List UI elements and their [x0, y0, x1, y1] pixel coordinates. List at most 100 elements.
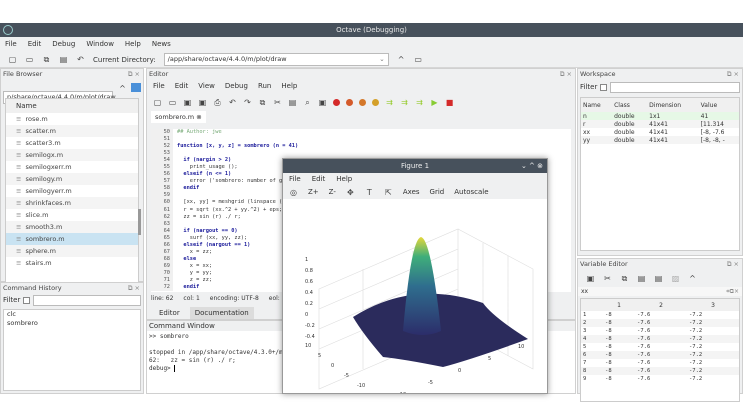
menu-window[interactable]: Window	[86, 37, 114, 52]
workspace-row[interactable]: n double 1x1 41	[581, 112, 739, 120]
cell[interactable]: -7.2	[687, 375, 739, 383]
grid-row[interactable]: 8 -8 -7.6 -7.2	[581, 367, 739, 375]
cell[interactable]: -8	[603, 335, 635, 343]
plot-icon[interactable]: ▨	[671, 274, 680, 283]
cell[interactable]: -8	[603, 311, 635, 319]
close-icon[interactable]: ⧉ ×	[727, 69, 739, 79]
remove-breakpoints-icon[interactable]	[372, 98, 379, 106]
column-header[interactable]: 2	[635, 299, 687, 311]
cell[interactable]: -8	[603, 327, 635, 335]
cell[interactable]: -8	[603, 375, 635, 383]
grid-row[interactable]: 6 -8 -7.6 -7.2	[581, 351, 739, 359]
menu-help[interactable]: Help	[125, 37, 141, 52]
window-controls[interactable]: ⌄ ^ ⊗	[521, 159, 543, 173]
editor-menu-run[interactable]: Run	[258, 79, 271, 93]
file-item[interactable]: ≡ stairs.m	[6, 257, 138, 269]
variable-grid[interactable]: 1 2 3 1 -8 -7.6 -7.2 2 -8 -7.6 -7.2 3 -8 -7.6 -7.2 4 -8-…	[581, 299, 739, 383]
column-header[interactable]: Class	[612, 98, 647, 112]
cell[interactable]: -7.6	[635, 327, 687, 335]
workspace-row[interactable]: xx double 41x41 [-8, -7.6	[581, 128, 739, 136]
grid-button[interactable]: Grid	[430, 185, 445, 199]
copy-icon[interactable]: ⧉	[42, 55, 51, 64]
cell[interactable]: -7.2	[687, 327, 739, 335]
new-file-icon[interactable]: ▢	[153, 98, 162, 107]
save-icon[interactable]: ▣	[586, 274, 595, 283]
paste-icon[interactable]: ▤	[59, 55, 68, 64]
close-icon[interactable]: ⧉ ×	[128, 283, 140, 293]
find-icon[interactable]: ⌕	[303, 98, 312, 107]
editor-menu-debug[interactable]: Debug	[225, 79, 248, 93]
paste-table-icon[interactable]: ▤	[654, 274, 663, 283]
continue-icon[interactable]: ▶	[430, 98, 439, 107]
save-icon[interactable]: ▣	[183, 98, 192, 107]
cell[interactable]: -8	[603, 351, 635, 359]
column-header[interactable]: 1	[603, 299, 635, 311]
column-header[interactable]: Dimension	[647, 98, 698, 112]
file-item[interactable]: ≡ smooth3.m	[6, 221, 138, 233]
tab-controls-icon[interactable]: ⌗⧉×	[726, 287, 739, 296]
file-item[interactable]: ≡ sombrero.m	[6, 233, 138, 245]
save-as-icon[interactable]: ▣	[198, 98, 207, 107]
autoscale-button[interactable]: Autoscale	[454, 185, 488, 199]
figure-menu-file[interactable]: File	[289, 173, 301, 185]
cell[interactable]: -8	[603, 319, 635, 327]
cell[interactable]: -7.2	[687, 367, 739, 375]
close-icon[interactable]: ⧉ ×	[727, 259, 739, 269]
cell[interactable]: -7.6	[635, 367, 687, 375]
close-icon[interactable]: ⧉ ×	[128, 69, 140, 79]
grid-row[interactable]: 4 -8 -7.6 -7.2	[581, 335, 739, 343]
cell[interactable]: -8	[603, 343, 635, 351]
cell[interactable]: -7.2	[687, 343, 739, 351]
file-item[interactable]: ≡ scatter3.m	[6, 137, 138, 149]
close-icon[interactable]: ⧉ ×	[560, 69, 572, 79]
surface-plot[interactable]: 1 0.8 0.6 0.4 0.2 0 -0.2 -0.4 10 5 0 -5 -10 -10 -5 0 5…	[283, 199, 547, 393]
cut-icon[interactable]: ✂	[273, 98, 282, 107]
editor-menu-edit[interactable]: Edit	[175, 79, 189, 93]
column-header[interactable]: Value	[699, 98, 739, 112]
up-dir-icon[interactable]: ^	[118, 84, 127, 93]
filter-checkbox[interactable]	[600, 83, 608, 91]
copy-icon[interactable]: ⧉	[620, 274, 629, 283]
filter-checkbox[interactable]	[23, 296, 31, 304]
name-column-header[interactable]: Name	[6, 99, 138, 113]
filter-input[interactable]	[33, 294, 141, 306]
figure-menu-help[interactable]: Help	[336, 173, 352, 185]
zoom-in-button[interactable]: Z+	[308, 185, 319, 199]
up-icon[interactable]: ^	[688, 274, 697, 283]
menu-news[interactable]: News	[152, 37, 171, 52]
tab-editor[interactable]: Editor	[151, 307, 188, 319]
grid-row[interactable]: 1 -8 -7.6 -7.2	[581, 311, 739, 319]
previous-breakpoint-icon[interactable]	[359, 98, 366, 106]
cell[interactable]: -8	[603, 359, 635, 367]
grid-row[interactable]: 5 -8 -7.6 -7.2	[581, 343, 739, 351]
file-item[interactable]: ≡ semilogxerr.m	[6, 161, 138, 173]
print-icon[interactable]: ⎙	[213, 98, 222, 107]
file-item[interactable]: ≡ slice.m	[6, 209, 138, 221]
open-folder-icon[interactable]: ▭	[25, 55, 34, 64]
parent-dir-icon[interactable]: ^	[397, 55, 406, 64]
workspace-row[interactable]: r double 41x41 [11.314	[581, 120, 739, 128]
cell[interactable]: -7.2	[687, 335, 739, 343]
menu-debug[interactable]: Debug	[52, 37, 75, 52]
step-over-icon[interactable]: ⇉	[385, 98, 394, 107]
cell[interactable]: -7.6	[635, 311, 687, 319]
grid-row[interactable]: 3 -8 -7.6 -7.2	[581, 327, 739, 335]
file-item[interactable]: ≡ semilogx.m	[6, 149, 138, 161]
editor-menu-file[interactable]: File	[153, 79, 165, 93]
menu-edit[interactable]: Edit	[28, 37, 42, 52]
file-item[interactable]: ≡ semilogy.m	[6, 173, 138, 185]
grid-row[interactable]: 9 -8 -7.6 -7.2	[581, 375, 739, 383]
cell[interactable]: -8	[603, 367, 635, 375]
paste-icon[interactable]: ▤	[288, 98, 297, 107]
cell[interactable]: -7.6	[635, 359, 687, 367]
zoom-out-button[interactable]: Z-	[329, 185, 336, 199]
menu-file[interactable]: File	[5, 37, 17, 52]
open-icon[interactable]: ▭	[168, 98, 177, 107]
figure-menu-edit[interactable]: Edit	[312, 173, 326, 185]
step-out-icon[interactable]: ⇉	[415, 98, 424, 107]
undo-icon[interactable]: ↶	[76, 55, 85, 64]
next-breakpoint-icon[interactable]	[346, 98, 353, 106]
file-item[interactable]: ≡ semilogyerr.m	[6, 185, 138, 197]
cell[interactable]: -7.6	[635, 319, 687, 327]
breakpoint-icon[interactable]	[333, 98, 340, 106]
